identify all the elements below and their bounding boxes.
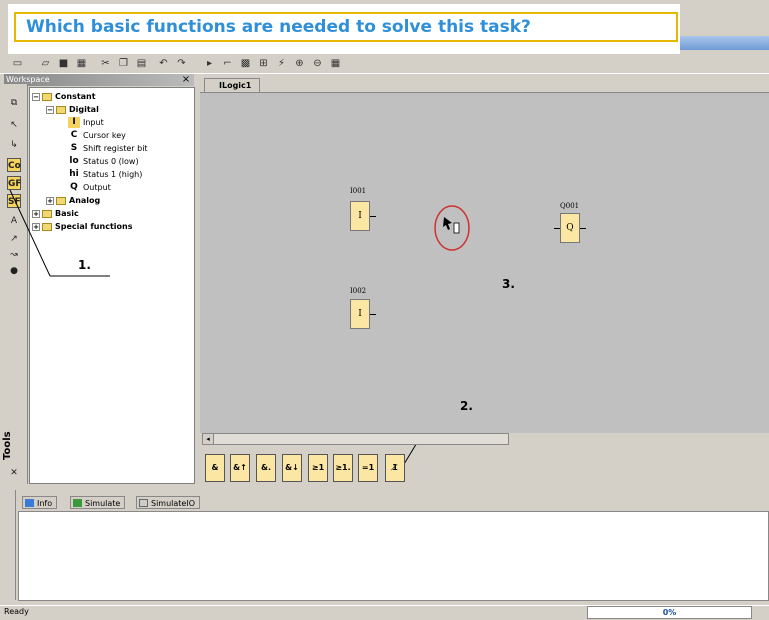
output-block-q001[interactable]: Q [560,213,580,243]
or-button[interactable]: ≥1 [308,454,328,482]
scroll-left-arrow-icon[interactable]: ◂ [202,433,214,445]
cursor-arrow-icon [443,217,452,230]
output-tabs: Info Simulate SimulateIO [18,494,769,510]
tab-ilogic1[interactable]: ILogic1 [204,78,260,92]
progress-indicator: 0% [587,606,752,619]
simulate-io-icon [139,499,148,507]
annotation-3-label: 3. [502,277,515,291]
pin [370,216,376,217]
not-button[interactable]: 1̸ [385,454,405,482]
annotation-2-label: 2. [460,399,473,413]
output-pane[interactable] [18,511,769,601]
nor-button[interactable]: ≥1. [333,454,353,482]
block-label-q001: Q001 [560,202,580,210]
annotation-1-pointer [9,189,51,277]
annotation-1-label: 1. [78,258,91,272]
output-side-bar [4,490,16,600]
xor-button[interactable]: =1 [358,454,378,482]
and-edge-button[interactable]: &↑ [230,454,250,482]
block-label-i002: I002 [350,287,367,295]
input-block-i002[interactable]: I [350,299,370,329]
drag-block-icon [453,222,460,234]
block-label-i001: I001 [350,187,367,195]
tab-info[interactable]: Info [22,496,58,509]
circuit-canvas[interactable]: I001 I I002 I Q001 Q 3. 2. [200,92,769,433]
pin [554,228,560,229]
input-block-i001[interactable]: I [350,201,370,231]
simulate-icon [73,499,82,507]
tab-simulate-io[interactable]: SimulateIO [136,496,201,509]
horizontal-scrollbar[interactable] [202,433,509,445]
info-icon [25,499,34,507]
pin [580,228,586,229]
highlight-circle [434,205,470,251]
pin [370,314,376,315]
nand-button[interactable]: &. [256,454,276,482]
status-text: Ready [4,607,29,616]
and-button[interactable]: & [205,454,225,482]
nand-edge-button[interactable]: &↓ [282,454,302,482]
tab-simulate[interactable]: Simulate [70,496,126,509]
